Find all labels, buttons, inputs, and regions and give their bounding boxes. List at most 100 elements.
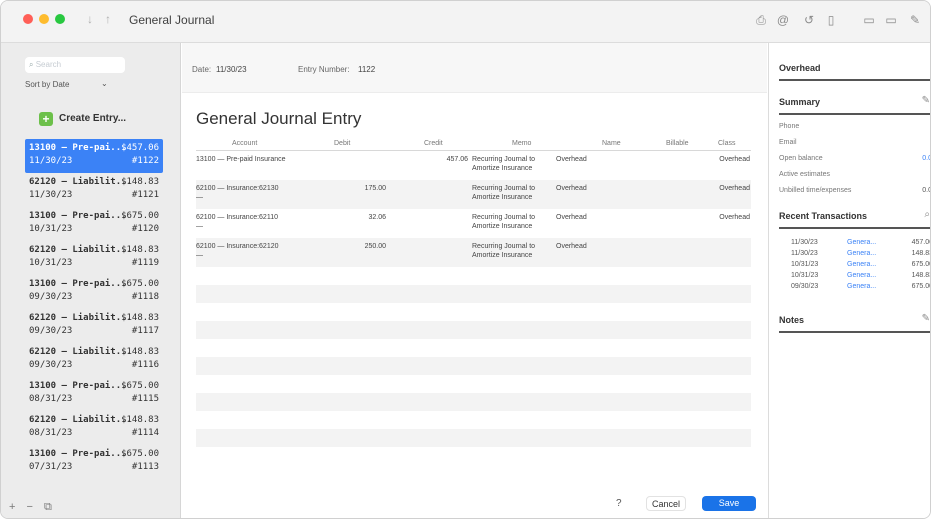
list-item[interactable]: 13100 — Pre-pai... $675.00 07/31/23 #1113 [25, 445, 163, 479]
cell-account[interactable]: 13100 — Pre-paid Insurance [196, 155, 286, 164]
journal-lines-table: Account Debit Credit Memo Name Billable … [196, 139, 751, 447]
cell-class[interactable]: Overhead [694, 155, 750, 164]
entry-date: 09/30/23 [29, 360, 73, 370]
table-row[interactable]: 13100 — Pre-paid Insurance 457.06 Recurrin… [196, 151, 751, 180]
save-button[interactable]: Save [702, 496, 756, 511]
minimize-window-button[interactable] [39, 14, 49, 24]
empty-table-row[interactable] [196, 321, 751, 339]
transaction-type-link[interactable]: Genera... [847, 272, 876, 279]
search-transactions-icon[interactable]: ⌕ [924, 209, 930, 220]
entry-header: Date: 11/30/23 Entry Number: 1122 [182, 43, 767, 93]
forward-arrow-icon[interactable]: ↑ [105, 12, 111, 26]
list-item[interactable]: 62120 — Liabilit... $148.83 09/30/23 #1116 [25, 343, 163, 377]
transaction-row[interactable]: 10/31/23 Genera... 675.00 [791, 261, 930, 271]
split-view-icon[interactable]: ▭ [861, 12, 877, 28]
add-icon[interactable]: + [9, 501, 15, 513]
empty-table-row[interactable] [196, 285, 751, 303]
date-field[interactable]: 11/30/23 [216, 65, 247, 74]
list-item[interactable]: 62120 — Liabilit... $148.83 08/31/23 #1114 [25, 411, 163, 445]
entry-date: 11/30/23 [29, 190, 73, 200]
list-item[interactable]: 13100 — Pre-pai... $675.00 09/30/23 #1118 [25, 275, 163, 309]
transaction-type-link[interactable]: Genera... [847, 250, 876, 257]
entry-account: 13100 — Pre-pai... [29, 279, 127, 289]
chevron-down-icon[interactable]: ⌄ [101, 79, 108, 88]
entry-number: #1115 [131, 394, 159, 404]
empty-table-row[interactable] [196, 339, 751, 357]
empty-table-row[interactable] [196, 267, 751, 285]
entry-number-field[interactable]: 1122 [358, 65, 375, 74]
transaction-date: 10/31/23 [791, 272, 819, 279]
attachment-icon[interactable]: ✎ [907, 12, 923, 28]
recent-transactions-title: Recent Transactions [779, 211, 868, 221]
cell-name[interactable]: Overhead [556, 213, 616, 222]
cell-debit[interactable]: 175.00 [336, 184, 386, 193]
cell-name[interactable]: Overhead [556, 155, 616, 164]
list-item[interactable]: 13100 — Pre-pai... $457.06 11/30/23 #1122 [25, 139, 163, 173]
divider [779, 79, 930, 81]
cell-class[interactable]: Overhead [694, 184, 750, 193]
list-item[interactable]: 62120 — Liabilit... $148.83 09/30/23 #1117 [25, 309, 163, 343]
entry-account: 13100 — Pre-pai... [29, 381, 127, 391]
transaction-type-link[interactable]: Genera... [847, 261, 876, 268]
cell-debit[interactable]: 250.00 [336, 242, 386, 251]
empty-table-row[interactable] [196, 357, 751, 375]
transaction-type-link[interactable]: Genera... [847, 283, 876, 290]
printer-icon[interactable]: ⎙ [753, 12, 769, 28]
panel-icon[interactable]: ▭ [883, 12, 899, 28]
list-item[interactable]: 62120 — Liabilit... $148.83 11/30/23 #1121 [25, 173, 163, 207]
duplicate-icon[interactable]: ⧉ [44, 501, 52, 513]
transaction-date: 09/30/23 [791, 283, 819, 290]
help-button[interactable]: ? [616, 498, 622, 509]
table-row[interactable]: 62100 — Insurance:62130 — 175.00 Recurring… [196, 180, 751, 209]
cell-class[interactable]: Overhead [694, 213, 750, 222]
transaction-row[interactable]: 11/30/23 Genera... 457.06 [791, 239, 930, 249]
entry-date: 09/30/23 [29, 292, 73, 302]
history-icon[interactable]: ↺ [801, 12, 817, 28]
cell-memo[interactable]: Recurring Journal to Amortize Insurance [472, 213, 562, 231]
transaction-row[interactable]: 09/30/23 Genera... 675.00 [791, 283, 930, 293]
list-item[interactable]: 13100 — Pre-pai... $675.00 08/31/23 #1115 [25, 377, 163, 411]
cell-memo[interactable]: Recurring Journal to Amortize Insurance [472, 184, 562, 202]
transaction-row[interactable]: 10/31/23 Genera... 148.83 [791, 272, 930, 282]
list-item[interactable]: 13100 — Pre-pai... $675.00 10/31/23 #1120 [25, 207, 163, 241]
entry-amount: $675.00 [121, 381, 159, 391]
edit-summary-icon[interactable]: ✎ [922, 95, 930, 106]
empty-table-row[interactable] [196, 429, 751, 447]
entry-account: 13100 — Pre-pai... [29, 143, 127, 153]
transaction-amount: 148.83 [911, 250, 931, 257]
entry-number: #1119 [131, 258, 159, 268]
transaction-type-link[interactable]: Genera... [847, 239, 876, 246]
zoom-window-button[interactable] [55, 14, 65, 24]
cell-memo[interactable]: Recurring Journal to Amortize Insurance [472, 155, 562, 173]
empty-table-row[interactable] [196, 411, 751, 429]
transaction-row[interactable]: 11/30/23 Genera... 148.83 [791, 250, 931, 260]
table-row[interactable]: 62100 — Insurance:62110 — 32.06 Recurring … [196, 209, 751, 238]
cell-account[interactable]: 62100 — Insurance:62110 — [196, 213, 286, 231]
back-arrow-icon[interactable]: ↓ [87, 12, 93, 26]
sort-dropdown[interactable]: Sort by Date [25, 80, 69, 89]
empty-table-row[interactable] [196, 375, 751, 393]
cell-memo[interactable]: Recurring Journal to Amortize Insurance [472, 242, 562, 260]
cell-debit[interactable]: 32.06 [336, 213, 386, 222]
at-icon[interactable]: @ [775, 12, 791, 28]
cell-account[interactable]: 62100 — Insurance:62120 — [196, 242, 286, 260]
edit-notes-icon[interactable]: ✎ [922, 313, 930, 324]
cell-name[interactable]: Overhead [556, 242, 616, 251]
cell-account[interactable]: 62100 — Insurance:62130 — [196, 184, 286, 202]
table-row[interactable]: 62100 — Insurance:62120 — 250.00 Recurring… [196, 238, 751, 267]
book-icon[interactable]: ▯ [823, 12, 839, 28]
summary-field-value[interactable]: 0.0 [922, 155, 930, 162]
empty-table-row[interactable] [196, 303, 751, 321]
remove-icon[interactable]: − [27, 501, 33, 513]
cancel-button[interactable]: Cancel [646, 496, 686, 511]
empty-table-row[interactable] [196, 393, 751, 411]
search-input[interactable]: ⌕ Search [25, 57, 125, 73]
entry-list: 13100 — Pre-pai... $457.06 11/30/23 #1122 62… [25, 139, 175, 479]
column-header-billable: Billable [666, 140, 689, 147]
list-item[interactable]: 62120 — Liabilit... $148.83 10/31/23 #1119 [25, 241, 163, 275]
create-entry-button[interactable]: + Create Entry... [25, 109, 175, 131]
cell-name[interactable]: Overhead [556, 184, 616, 193]
close-window-button[interactable] [23, 14, 33, 24]
divider [779, 331, 930, 333]
cell-credit[interactable]: 457.06 [428, 155, 468, 164]
